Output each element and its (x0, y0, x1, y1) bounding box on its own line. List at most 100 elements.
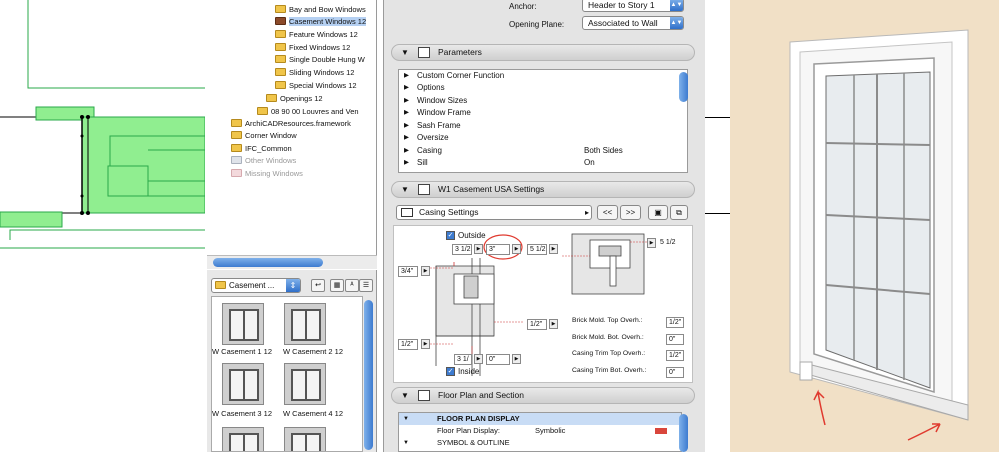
floor-plan-canvas[interactable] (0, 0, 206, 452)
tree-horizontal-scrollbar[interactable] (213, 258, 323, 267)
top-right-field[interactable]: 5 1/2 (527, 244, 547, 255)
parameters-list: ▶ Custom Corner Function ▶ Options ▶ Window… (398, 69, 688, 173)
thumbnail[interactable] (284, 427, 326, 451)
folder-icon (231, 144, 242, 152)
thumbnail-label: W Casement 4 12 (283, 409, 344, 418)
overhang-label: Casing Trim Top Overh.: (572, 350, 646, 357)
overhang-field[interactable]: 1/2" (666, 350, 684, 361)
tree-item[interactable]: Other Windows (231, 155, 296, 167)
tree-item[interactable]: 08 90 00 Louvres and Ven (257, 106, 359, 118)
floor-plan-row[interactable]: ▼ SYMBOL & OUTLINE (399, 437, 681, 449)
expand-arrow-icon: ▶ (404, 147, 409, 154)
floor-plan-section-header[interactable]: ▼ Floor Plan and Section (391, 387, 695, 404)
expand-arrow-icon: ▶ (404, 84, 409, 91)
parameters-scrollbar[interactable] (679, 72, 688, 102)
tree-item[interactable]: Missing Windows (231, 168, 303, 180)
anchor-select[interactable]: Header to Story 1 ▲▼ (582, 0, 684, 12)
tree-item[interactable]: Special Windows 12 (275, 80, 357, 92)
thumbnail[interactable] (284, 303, 326, 345)
mid-right-field[interactable]: 1/2" (527, 319, 547, 330)
top-left-field[interactable]: 3 1/2 (452, 244, 472, 255)
arrow-right-icon[interactable]: ▶ (549, 319, 558, 329)
right-side-field[interactable]: 5 1/2 (658, 238, 684, 249)
folder-icon (231, 169, 242, 177)
overhang-label: Brick Mold. Bot. Overh.: (572, 334, 644, 341)
floor-plan-icon (418, 390, 430, 401)
tree-item[interactable]: Single Double Hung W (275, 54, 365, 66)
arrow-right-icon[interactable]: ▶ (421, 266, 430, 276)
expand-arrow-icon: ▶ (404, 72, 409, 79)
outside-checkbox[interactable]: ✓ (446, 231, 455, 240)
parameters-section-header[interactable]: ▼ Parameters (391, 44, 695, 61)
overhang-field[interactable]: 0" (666, 367, 684, 378)
3d-view-canvas[interactable] (730, 0, 999, 452)
tree-item[interactable]: Openings 12 (266, 93, 323, 105)
floor-plan-row[interactable]: Floor Plan Display: Symbolic (399, 425, 681, 437)
view-mode-sort-button[interactable]: ᴬ (345, 279, 359, 292)
window-icon (291, 369, 321, 401)
preview-mode-button[interactable]: ▣ (648, 205, 668, 220)
opening-plane-label: Opening Plane: (509, 20, 565, 29)
thumbnail-label: W Casement 3 12 (212, 409, 273, 418)
folder-icon (275, 17, 286, 25)
arrow-right-icon[interactable]: ▶ (421, 339, 430, 349)
arrow-right-icon[interactable]: ▶ (512, 244, 521, 254)
next-page-button[interactable]: >> (620, 205, 641, 220)
window-settings-icon (418, 184, 430, 195)
bottom-left-field[interactable]: 3 1/ (454, 354, 472, 365)
symbolic-swatch-icon (655, 428, 667, 434)
window-3d-render (789, 29, 969, 441)
tree-item[interactable]: Corner Window (231, 130, 297, 142)
thumbnail[interactable] (222, 363, 264, 405)
tree-item[interactable]: Sliding Windows 12 (275, 67, 354, 79)
window-icon (229, 433, 259, 451)
disclosure-triangle-icon: ▼ (401, 185, 409, 194)
bottom-mid-field[interactable]: 0" (486, 354, 510, 365)
folder-icon (275, 5, 286, 13)
library-folder-select[interactable]: Casement ... ⇕ (211, 278, 301, 293)
folder-icon (266, 94, 277, 102)
folder-icon (231, 156, 242, 164)
thumbnail[interactable] (284, 363, 326, 405)
folder-icon (275, 68, 286, 76)
overhang-field[interactable]: 0" (666, 334, 684, 345)
collapse-arrow-icon: ▼ (403, 416, 409, 422)
previous-page-button[interactable]: << (597, 205, 618, 220)
left-top-field[interactable]: 3/4" (398, 266, 418, 277)
casing-settings-select[interactable]: Casing Settings ▸ (396, 205, 592, 220)
tree-item-selected[interactable]: Casement Windows 12 (275, 16, 367, 28)
back-folder-button[interactable]: ↩ (311, 279, 325, 292)
tree-item[interactable]: Feature Windows 12 (275, 29, 358, 41)
left-bottom-field[interactable]: 1/2" (398, 339, 418, 350)
preview-3d-button[interactable]: ⧉ (670, 205, 688, 220)
folder-icon (231, 131, 242, 139)
casing-diagram: ✓ Outside 3 1/2 ▶ 3" ▶ 5 1/2 ▶ ▶ 5 1/2 3… (393, 225, 693, 383)
tree-item[interactable]: Fixed Windows 12 (275, 42, 350, 54)
thumbnail-vertical-scrollbar[interactable] (364, 300, 373, 450)
window-icon (291, 309, 321, 341)
arrow-right-icon[interactable]: ▶ (549, 244, 558, 254)
floor-plan-drawing (0, 0, 206, 249)
floor-plan-scrollbar[interactable] (679, 414, 688, 452)
floor-plan-row[interactable]: ▼ FLOOR PLAN DISPLAY (399, 413, 681, 425)
folder-icon (275, 30, 286, 38)
plan-line (705, 117, 730, 118)
opening-plane-select[interactable]: Associated to Wall ▲▼ (582, 16, 684, 30)
view-mode-icons-button[interactable]: ▦ (330, 279, 344, 292)
expand-arrow-icon: ▶ (404, 122, 409, 129)
thumbnail[interactable] (222, 303, 264, 345)
settings-section-header[interactable]: ▼ W1 Casement USA Settings (391, 181, 695, 198)
arrow-right-icon[interactable]: ▶ (474, 354, 483, 364)
arrow-right-icon[interactable]: ▶ (647, 238, 656, 248)
library-tree[interactable]: Bay and Bow Windows Casement Windows 12 … (207, 0, 377, 262)
tree-item[interactable]: Bay and Bow Windows (275, 4, 366, 16)
tree-item[interactable]: IFC_Common (231, 143, 292, 155)
arrow-right-icon[interactable]: ▶ (474, 244, 483, 254)
inside-checkbox[interactable]: ✓ (446, 367, 455, 376)
top-mid-field[interactable]: 3" (486, 244, 510, 255)
arrow-right-icon[interactable]: ▶ (512, 354, 521, 364)
view-mode-list-button[interactable]: ☰ (359, 279, 373, 292)
thumbnail[interactable] (222, 427, 264, 451)
overhang-field[interactable]: 1/2" (666, 317, 684, 328)
tree-item[interactable]: ArchiCADResources.framework (231, 118, 351, 130)
